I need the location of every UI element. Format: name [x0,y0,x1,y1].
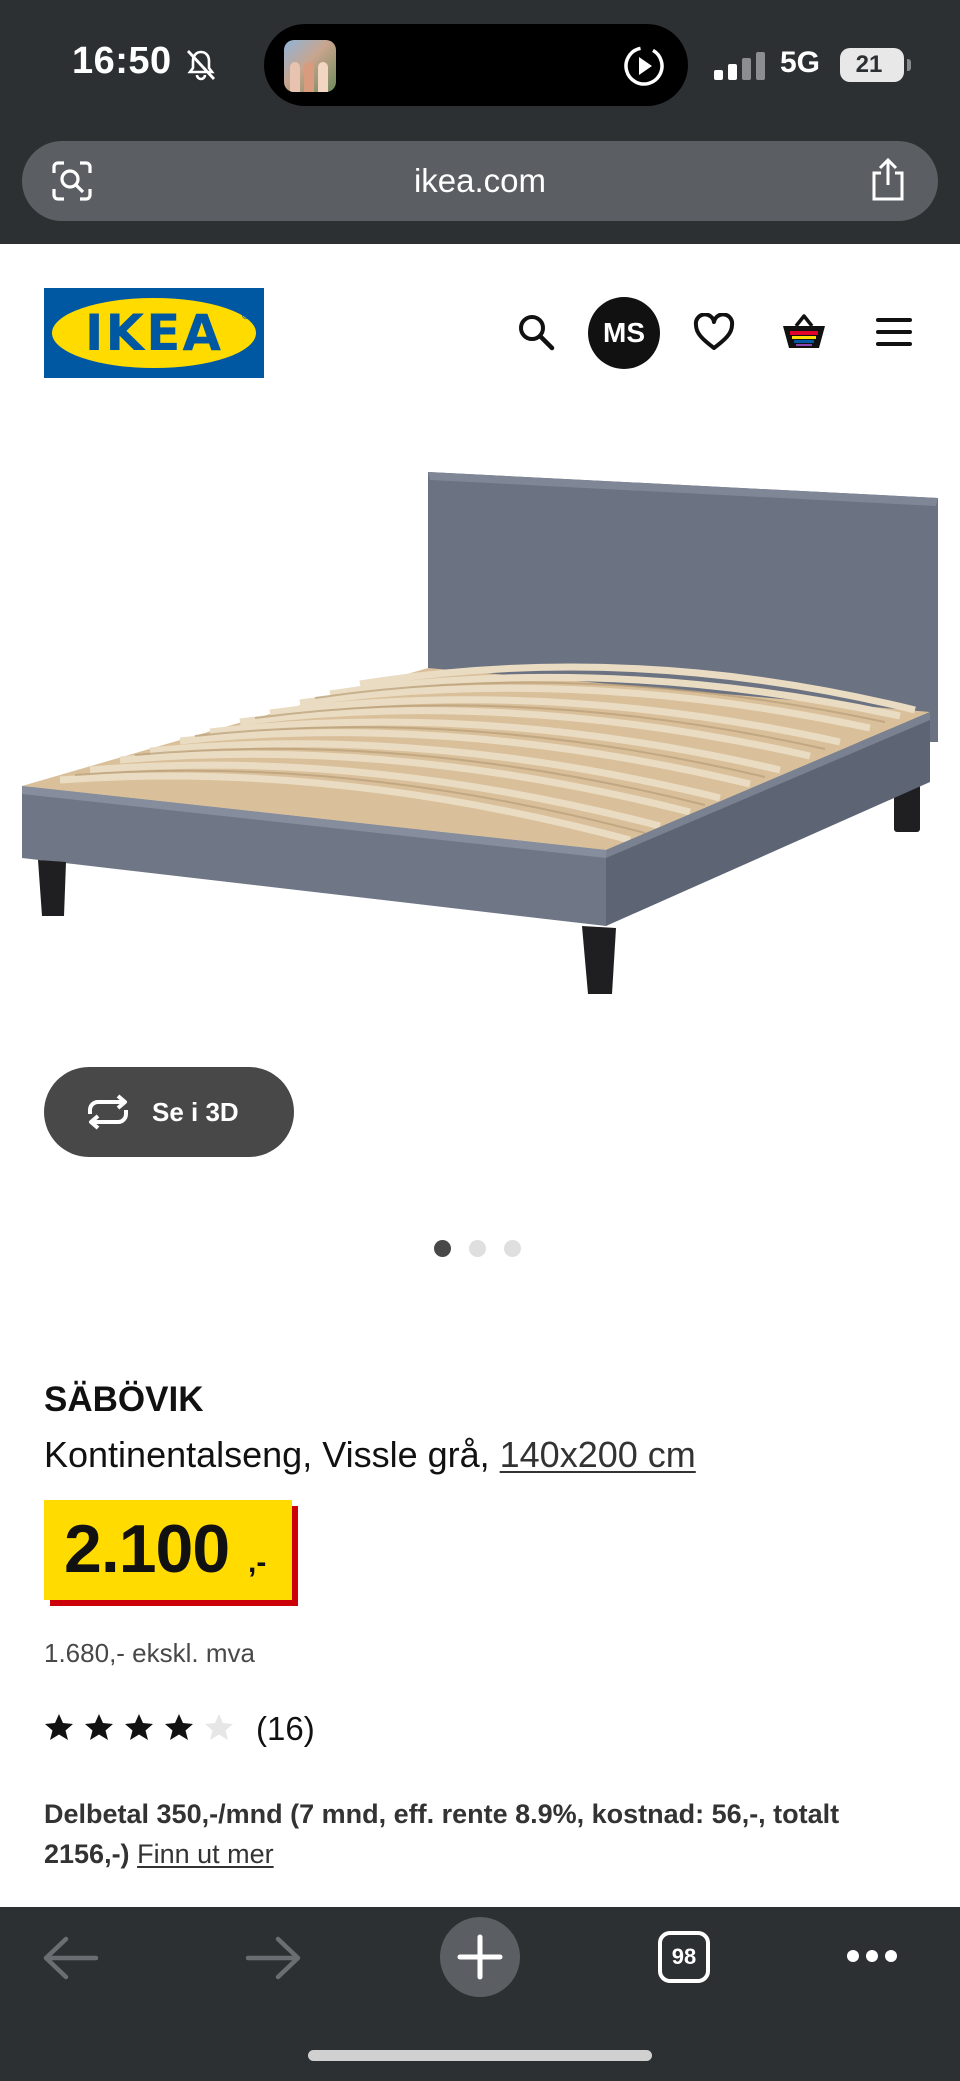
favourites-button[interactable] [682,300,746,364]
rating-stars[interactable] [44,1712,244,1742]
browser-top-chrome: 16:50 5G 21 ikea.com [0,0,960,244]
view-3d-label: Se i 3D [152,1097,239,1127]
new-tab-button[interactable] [440,1917,520,1997]
status-time: 16:50 [72,40,172,82]
star-icon [45,1714,73,1740]
battery-icon: 21 [840,48,911,82]
address-bar[interactable]: ikea.com [22,141,938,221]
price-tag-box: 2.100 ,- [44,1500,292,1600]
carousel-dot[interactable] [504,1240,521,1257]
now-playing-thumbnail [284,40,336,92]
image-carousel-dots [434,1240,539,1258]
hamburger-menu-icon [876,318,912,346]
more-icon[interactable] [846,1949,898,1963]
account-avatar[interactable]: MS [588,297,660,369]
forward-arrow-icon[interactable] [244,1935,304,1981]
url-text[interactable]: ikea.com [22,141,938,221]
carousel-dot[interactable] [469,1240,486,1257]
price-suffix: ,- [248,1546,267,1579]
share-icon[interactable] [868,157,908,203]
price-tag: 2.100 ,- [44,1500,298,1606]
ikea-logo[interactable]: IKEA ® [44,288,264,378]
installment-info: Delbetal 350,-/mnd (7 mnd, eff. rente 8.… [44,1794,924,1874]
product-description: Kontinentalseng, Vissle grå, 140x200 cm [44,1434,696,1476]
product-type-text: Kontinentalseng, Vissle grå, [44,1434,490,1475]
bell-muted-icon [186,50,216,81]
dynamic-island[interactable] [264,24,688,106]
browser-bottom-toolbar: 98 [0,1907,960,2081]
star-icon [85,1714,113,1740]
review-count[interactable]: (16) [256,1710,315,1748]
view-3d-button[interactable]: Se i 3D [44,1067,294,1157]
product-name: SÄBÖVIK [44,1380,204,1419]
star-empty-icon [205,1714,233,1740]
search-button[interactable] [504,300,568,364]
plus-icon [457,1934,503,1980]
product-image[interactable] [0,420,960,1080]
network-type: 5G [780,46,821,79]
search-icon [519,315,555,351]
menu-button[interactable] [862,300,926,364]
tabs-icon[interactable]: 98 [658,1931,710,1983]
installment-link[interactable]: Finn ut mer [137,1839,274,1869]
price-excl-vat: 1.680,- ekskl. mva [44,1638,255,1668]
home-indicator[interactable] [308,2050,652,2061]
registered-mark: ® [241,310,250,322]
play-icon[interactable] [622,44,666,88]
rotate-3d-icon [88,1094,128,1130]
cart-icon [783,314,825,348]
carousel-dot[interactable] [434,1240,451,1257]
price-amount: 2.100 [64,1511,230,1587]
cart-button[interactable] [772,300,836,364]
size-link[interactable]: 140x200 cm [500,1434,696,1475]
battery-level: 21 [855,51,883,78]
star-icon [165,1714,193,1740]
back-arrow-icon[interactable] [40,1935,100,1981]
heart-icon [693,313,735,350]
star-icon [125,1714,153,1740]
signal-icon [714,50,766,80]
logo-text: IKEA [84,304,224,362]
